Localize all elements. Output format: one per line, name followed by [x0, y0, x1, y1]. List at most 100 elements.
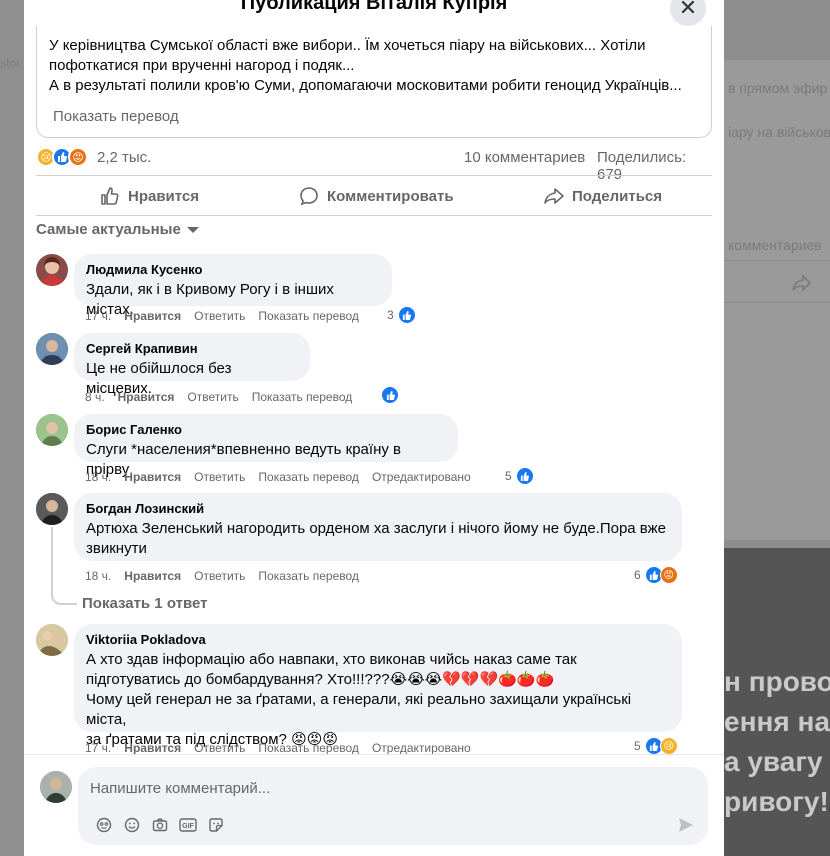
comment-bubble: Сергей Крапивин Це не обійшлося без місц…: [74, 333, 310, 397]
comment-reactions[interactable]: 3: [387, 306, 416, 324]
share-button[interactable]: Поделиться: [544, 176, 662, 216]
close-button[interactable]: ✕: [670, 0, 706, 26]
comment-text-line: Артюха Зеленський нагородить орденом ха …: [86, 520, 666, 537]
comment-author[interactable]: Богдан Лозинский: [86, 501, 670, 517]
comment-time[interactable]: 17 ч.: [85, 741, 111, 755]
caret-down-icon: [186, 226, 199, 233]
show-translation-link[interactable]: Показать перевод: [53, 108, 179, 125]
sad-reaction-icon: 😢: [659, 737, 678, 755]
reaction-count: 5: [505, 469, 512, 483]
gif-icon: GIF: [179, 818, 197, 832]
comment-author[interactable]: Борис Галенко: [86, 422, 446, 438]
avatar[interactable]: [36, 624, 68, 656]
like-label: Нравится: [128, 187, 200, 205]
comment-like-link[interactable]: Нравится: [124, 309, 181, 323]
like-button[interactable]: Нравится: [100, 176, 199, 216]
comment-author[interactable]: Сергей Крапивин: [86, 341, 298, 357]
background-left: stor: [0, 0, 24, 856]
comment-author[interactable]: Viktoriia Pokladova: [86, 632, 670, 648]
comment-sort-dropdown[interactable]: Самые актуальные: [36, 221, 199, 238]
comment-meta: 18 ч. Нравится Ответить Показать перевод…: [85, 470, 484, 484]
comment-input-box: GIF: [78, 767, 708, 845]
comment-time[interactable]: 18 ч.: [85, 470, 111, 484]
comment-author[interactable]: Людмила Кусенко: [86, 262, 380, 278]
bg-snippet: а увагу: [724, 746, 823, 777]
comment-like-link[interactable]: Нравится: [124, 741, 181, 755]
avatar[interactable]: [36, 333, 68, 365]
comment-time[interactable]: 17 ч.: [85, 309, 111, 323]
comment-text: Артюха Зеленський нагородить орденом ха …: [86, 519, 670, 559]
comment-reactions[interactable]: [381, 386, 399, 404]
comment-input[interactable]: [90, 777, 650, 799]
comment-reactions[interactable]: 5: [505, 467, 534, 485]
comment-translate-link[interactable]: Показать перевод: [258, 569, 359, 583]
avatar-sticker-icon: [96, 817, 112, 833]
comment-translate-link[interactable]: Показать перевод: [252, 390, 353, 404]
modal-title: Публикация Віталія Купрія: [240, 0, 508, 14]
comment-like-link[interactable]: Нравится: [124, 569, 181, 583]
reaction-count[interactable]: 2,2 тыс.: [97, 149, 151, 166]
bg-snippet: н провод: [724, 666, 830, 697]
photo-button[interactable]: [146, 815, 174, 835]
comment-reply-link[interactable]: Ответить: [194, 741, 245, 755]
comment-text-line: звикнути: [86, 540, 147, 557]
avatar[interactable]: [36, 254, 68, 286]
avatar[interactable]: [36, 414, 68, 446]
like-reaction-icon: [397, 306, 416, 324]
share-label: Поделиться: [572, 187, 663, 205]
comment-like-link[interactable]: Нравится: [124, 470, 181, 484]
comment-translate-link[interactable]: Показать перевод: [258, 309, 359, 323]
avatar[interactable]: [36, 493, 68, 525]
show-replies-link[interactable]: Показать 1 ответ: [82, 595, 207, 612]
comment-composer: GIF: [24, 754, 724, 856]
comment-reply-link[interactable]: Ответить: [194, 470, 245, 484]
post-text-line: пофоткатися при врученні нагород і подяк…: [49, 57, 355, 74]
comment-time[interactable]: 8 ч.: [85, 390, 105, 404]
thumbs-up-icon: [101, 187, 119, 205]
close-icon: ✕: [678, 0, 698, 20]
comment-reactions[interactable]: 5 😢: [634, 737, 678, 755]
gif-button[interactable]: GIF: [174, 815, 202, 835]
send-button[interactable]: [674, 813, 698, 837]
sticker-button[interactable]: [202, 815, 230, 835]
comment-meta: 17 ч. Нравится Ответить Показать перевод…: [85, 741, 484, 755]
background-feed: в прямом эфир іару на військов комментар…: [724, 0, 830, 856]
reaction-icons[interactable]: 😢 😡: [36, 147, 88, 169]
comment-reply-link[interactable]: Ответить: [194, 569, 245, 583]
share-icon: [544, 188, 564, 204]
angry-reaction-icon: 😡: [659, 566, 678, 584]
comment-reply-link[interactable]: Ответить: [187, 390, 238, 404]
comment-button[interactable]: Комментировать: [299, 176, 454, 216]
comment-time[interactable]: 18 ч.: [85, 569, 111, 583]
comment-meta: 18 ч. Нравится Ответить Показать перевод: [85, 569, 372, 583]
comment-like-link[interactable]: Нравится: [118, 390, 175, 404]
bg-snippet: комментариев: [728, 237, 822, 253]
angry-reaction-icon: 😡: [68, 147, 88, 167]
comment-text-line: А хто здав інформацію або навпаки, хто в…: [86, 651, 577, 668]
comment-text: А хто здав інформацію або навпаки, хто в…: [86, 650, 670, 750]
comment-bubble: Борис Галенко Слуги *населения*впевненно…: [74, 414, 458, 478]
bg-snippet: ривогу!: [724, 786, 829, 817]
comment-edited-label[interactable]: Отредактировано: [372, 741, 471, 755]
composer-tools: GIF: [90, 815, 230, 835]
reaction-count: 6: [634, 568, 641, 582]
comment-translate-link[interactable]: Показать перевод: [258, 470, 359, 484]
svg-text:GIF: GIF: [182, 823, 194, 830]
comment-translate-link[interactable]: Показать перевод: [258, 741, 359, 755]
post-text: У керівництва Сумської області вже вибор…: [49, 36, 699, 96]
avatar-sticker-button[interactable]: [90, 815, 118, 835]
comment-reactions[interactable]: 6 😡: [634, 566, 678, 584]
sticker-icon: [209, 818, 223, 832]
emoji-button[interactable]: [118, 815, 146, 835]
post-body: У керівництва Сумської області вже вибор…: [36, 26, 712, 138]
post-text-line: У керівництва Сумської області вже вибор…: [49, 37, 646, 54]
post-actions: Нравится Комментировать Поделиться: [36, 175, 712, 216]
current-user-avatar[interactable]: [40, 771, 72, 803]
comments-count[interactable]: 10 комментариев: [464, 149, 585, 166]
bg-snippet: ення на: [724, 706, 830, 737]
comment-edited-label[interactable]: Отредактировано: [372, 470, 471, 484]
comment-reply-link[interactable]: Ответить: [194, 309, 245, 323]
comment-label: Комментировать: [327, 187, 454, 205]
post-stats: 😢 😡 2,2 тыс. 10 комментариев Поделились:…: [36, 146, 712, 183]
reaction-count: 5: [634, 739, 641, 753]
